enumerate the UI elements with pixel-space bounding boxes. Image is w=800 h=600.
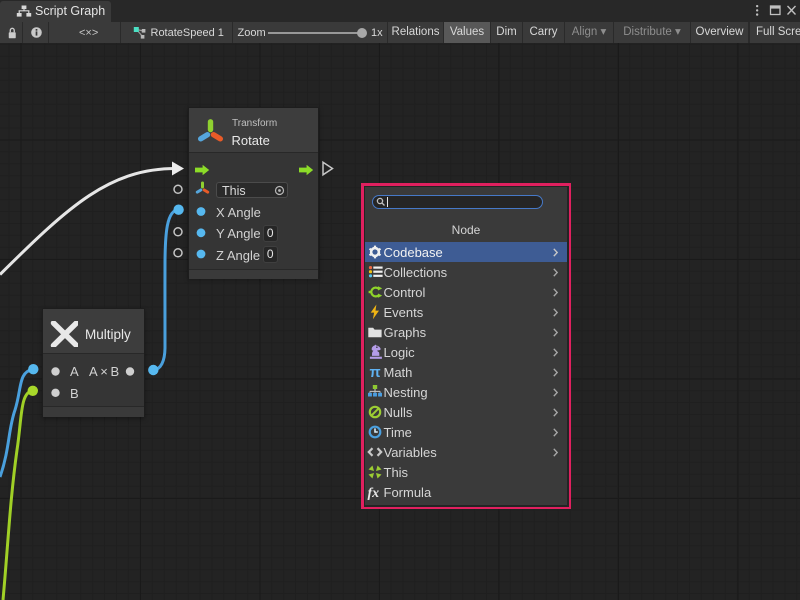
svg-text:fx: fx [368,486,380,500]
svg-text:π: π [369,365,380,380]
